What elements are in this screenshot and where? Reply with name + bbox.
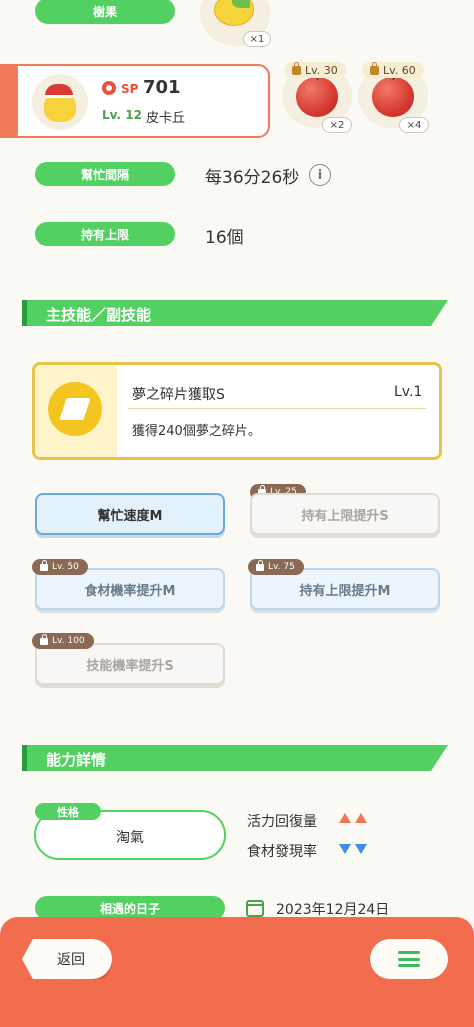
menu-button[interactable] xyxy=(370,939,448,979)
sub-skill-lock-tag: Lv. 100 xyxy=(32,633,94,649)
lock-icon xyxy=(40,559,48,571)
nature-label: 性格 xyxy=(35,803,101,820)
apple-icon xyxy=(372,77,414,117)
ingredient-count: ×4 xyxy=(399,117,429,133)
skills-section-header: 主技能／副技能 xyxy=(22,300,448,326)
sub-skill-lock-tag: Lv. 50 xyxy=(32,559,88,575)
energy-label: 活力回復量 xyxy=(247,814,317,830)
menu-icon xyxy=(398,951,420,967)
lock-icon xyxy=(292,61,301,75)
skills-section-title: 主技能／副技能 xyxy=(46,306,152,324)
main-skill-name: 夢之碎片獲取S xyxy=(132,387,225,403)
ingredient-level: Lv. 30 xyxy=(305,63,338,77)
berry-count: ×1 xyxy=(243,31,271,47)
sub-skill-button[interactable]: 持有上限提升S xyxy=(250,493,440,535)
up-arrow-icon xyxy=(355,813,367,823)
lock-icon xyxy=(370,61,379,75)
lock-icon xyxy=(256,559,264,571)
ingredient-lock-badge: Lv. 60 xyxy=(362,61,424,78)
santa-hat-icon xyxy=(45,84,73,98)
info-icon[interactable]: i xyxy=(309,164,331,186)
back-button[interactable]: 返回 xyxy=(22,939,112,979)
meet-date-value: 2023年12月24日 xyxy=(276,902,390,918)
down-arrow-icon xyxy=(355,844,367,854)
section-accent xyxy=(22,300,27,326)
interval-label: 幫忙間隔 xyxy=(35,162,175,186)
capacity-value: 16個 xyxy=(205,228,244,248)
pokemon-level: Lv. 12 xyxy=(102,108,142,122)
down-arrow-icon xyxy=(339,844,351,854)
apple-icon xyxy=(296,77,338,117)
berry-label: 樹果 xyxy=(35,0,175,24)
capacity-label: 持有上限 xyxy=(35,222,175,246)
shard-glyph xyxy=(59,398,91,420)
main-skill-desc: 獲得240個夢之碎片。 xyxy=(132,424,261,439)
calendar-icon xyxy=(246,900,264,917)
ingredient-count: ×2 xyxy=(322,117,352,133)
sub-skill-lock-tag: Lv. 75 xyxy=(248,559,304,575)
sub-skill-lock-level: Lv. 50 xyxy=(52,562,79,572)
sp-label: SP xyxy=(121,82,139,96)
sub-skill-button[interactable]: 技能機率提升S xyxy=(35,643,225,685)
sub-skill-button[interactable]: 幫忙速度M xyxy=(35,493,225,535)
main-skill-divider xyxy=(128,408,426,409)
ingredient-level: Lv. 60 xyxy=(383,63,416,77)
interval-value: 每36分26秒 xyxy=(205,168,300,188)
pokemon-card-strip xyxy=(0,64,18,138)
dream-shard-icon xyxy=(48,382,102,436)
main-skill-level: Lv.1 xyxy=(394,384,423,400)
pokeball-icon xyxy=(102,81,116,95)
lock-icon xyxy=(40,633,48,645)
sub-skill-lock-level: Lv. 75 xyxy=(268,562,295,572)
back-label: 返回 xyxy=(57,952,85,968)
sub-skill-lock-level: Lv. 100 xyxy=(52,636,85,646)
section-accent xyxy=(22,745,27,771)
ingredient-find-label: 食材發現率 xyxy=(247,844,317,860)
nature-value: 淘氣 xyxy=(116,830,144,846)
ability-section-header: 能力詳情 xyxy=(22,745,448,771)
leaf-icon xyxy=(232,0,250,8)
up-arrow-icon xyxy=(339,813,351,823)
pokemon-name: 皮卡丘 xyxy=(146,111,186,126)
ingredient-lock-badge: Lv. 30 xyxy=(284,61,346,78)
sp-value: 701 xyxy=(143,77,181,98)
ability-section-title: 能力詳情 xyxy=(46,751,107,769)
